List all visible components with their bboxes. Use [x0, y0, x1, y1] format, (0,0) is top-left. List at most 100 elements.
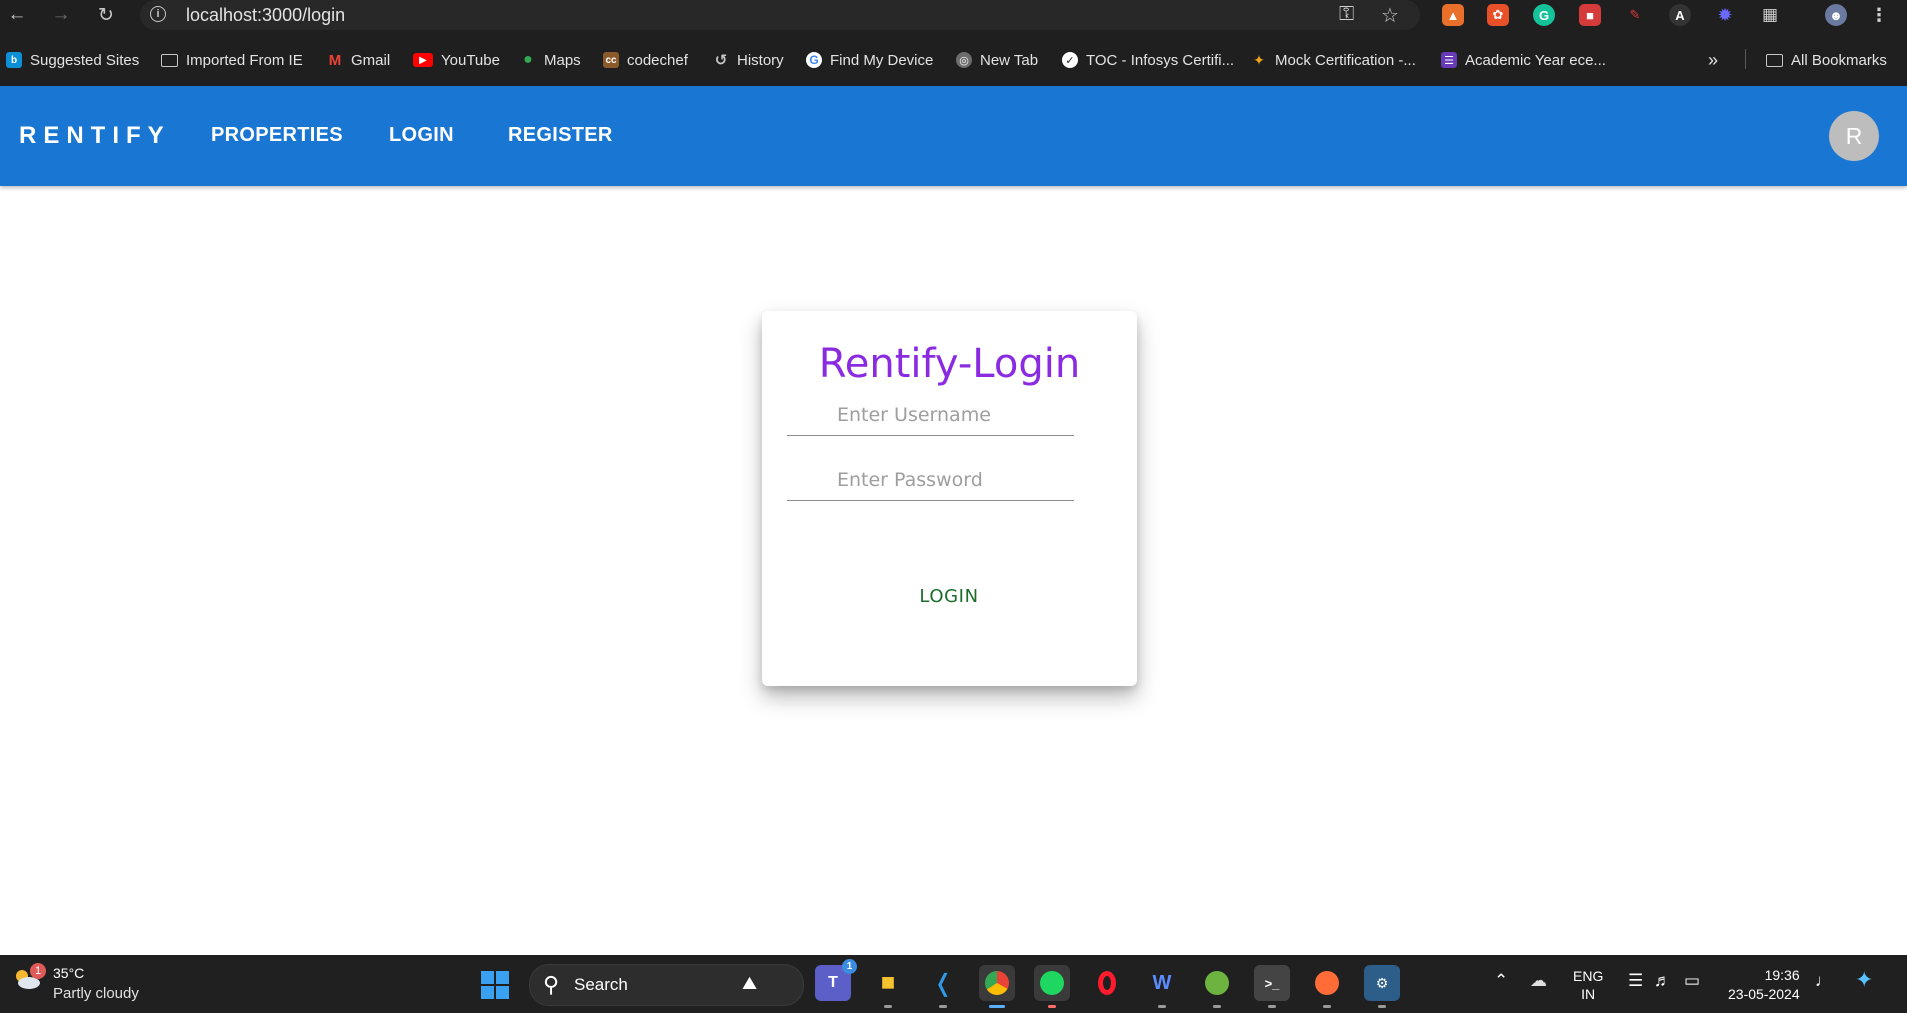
file-explorer-icon[interactable]: ■ — [870, 965, 906, 1008]
running-indicator — [1268, 1005, 1276, 1008]
password-input[interactable] — [787, 465, 1074, 501]
more-bookmarks-chevron-icon[interactable]: » — [1708, 49, 1718, 71]
battery-icon[interactable]: ▭ — [1684, 971, 1700, 991]
codechef-icon: cc — [603, 52, 619, 68]
webstorm-icon[interactable]: W — [1144, 965, 1180, 1008]
nav-register-link[interactable]: REGISTER — [508, 124, 613, 147]
bookmark-label: Mock Certification -... — [1275, 51, 1416, 69]
notifications-bell-icon[interactable]: ♩ — [1815, 971, 1832, 991]
mysql-workbench-icon[interactable]: ⚙ — [1364, 965, 1400, 1008]
bookmark-label: Suggested Sites — [30, 51, 140, 69]
show-hidden-icons-chevron-icon[interactable]: ⌃ — [1494, 971, 1508, 991]
key-icon[interactable]: ⚿ — [1339, 3, 1354, 26]
running-indicator — [1378, 1005, 1386, 1008]
bookmark-new-tab[interactable]: ◎ New Tab — [956, 49, 1038, 71]
postman-logo — [1315, 971, 1339, 995]
search-icon: ⚲ — [543, 972, 560, 997]
bookmark-label: TOC - Infosys Certifi... — [1086, 51, 1235, 69]
opera-logo — [1098, 971, 1116, 995]
language-indicator[interactable]: ENG IN — [1573, 967, 1603, 1003]
bookmark-imported-from-ie[interactable]: Imported From IE — [161, 49, 303, 71]
taskbar-search-box[interactable]: ⚲ Search ⛰ — [529, 964, 804, 1006]
nav-properties-link[interactable]: PROPERTIES — [211, 124, 343, 147]
spring-tools-icon[interactable] — [1199, 965, 1235, 1008]
bookmark-label: All Bookmarks — [1791, 51, 1887, 69]
wifi-icon[interactable]: ☰ — [1628, 971, 1643, 991]
spotify-logo — [1040, 971, 1064, 995]
bookmark-find-my-device[interactable]: G Find My Device — [806, 49, 933, 71]
vscode-icon[interactable]: ❬ — [925, 965, 961, 1008]
url-text[interactable]: localhost:3000/login — [186, 5, 345, 26]
globe-icon: ◎ — [956, 52, 972, 68]
bookmark-gmail[interactable]: M Gmail — [327, 49, 390, 71]
copilot-icon[interactable]: ✦ — [1855, 967, 1873, 993]
os-taskbar: 1 35°C Partly cloudy ⚲ Search ⛰ T 1 ■ ❬ … — [0, 955, 1907, 1013]
windows-start-icon[interactable] — [481, 971, 509, 999]
site-info-icon[interactable]: i — [150, 6, 166, 22]
user-avatar[interactable]: R — [1829, 111, 1879, 161]
youtube-icon: ▶ — [413, 53, 433, 67]
forms-icon: ☰ — [1441, 52, 1457, 68]
running-indicator — [1048, 1005, 1056, 1008]
bookmark-label: YouTube — [441, 51, 500, 69]
browser-toolbar: ← → ↻ i localhost:3000/login ⚿ ☆ ▲ ✿ G ■… — [0, 0, 1907, 30]
extension-icon[interactable]: ▲ — [1442, 4, 1464, 26]
system-clock[interactable]: 19:36 23-05-2024 — [1728, 966, 1800, 1004]
bookmark-youtube[interactable]: ▶ YouTube — [413, 49, 500, 71]
bookmark-suggested-sites[interactable]: b Suggested Sites — [6, 49, 139, 71]
search-highlight-icon: ⛰ — [742, 973, 758, 993]
opera-icon[interactable] — [1089, 965, 1125, 1001]
profile-avatar-icon[interactable]: ☻ — [1825, 4, 1847, 26]
login-button[interactable]: LOGIN — [899, 576, 999, 616]
extension-icon[interactable]: ✹ — [1714, 4, 1736, 26]
terminal-icon[interactable]: >_ — [1254, 965, 1290, 1008]
grammarly-icon[interactable]: G — [1533, 4, 1555, 26]
weather-temperature[interactable]: 35°C — [53, 965, 84, 981]
bookmark-maps[interactable]: ● Maps — [520, 49, 581, 71]
history-icon: ↺ — [714, 52, 728, 69]
running-indicator — [989, 1005, 1005, 1008]
menu-kebab-icon[interactable]: ⋮ — [1868, 4, 1890, 26]
extension-icon[interactable]: ✿ — [1487, 4, 1509, 26]
all-bookmarks-folder[interactable]: All Bookmarks — [1766, 49, 1887, 71]
gmail-icon: M — [328, 51, 342, 69]
clock-date: 23-05-2024 — [1728, 986, 1800, 1002]
infosys-icon: ✓ — [1062, 52, 1078, 68]
spring-logo — [1205, 971, 1229, 995]
login-card: Rentify-Login LOGIN — [762, 311, 1137, 686]
app-header: RENTIFY PROPERTIES LOGIN REGISTER R — [0, 86, 1907, 186]
extension-icon[interactable]: A — [1669, 4, 1691, 26]
extension-icon[interactable]: ■ — [1579, 4, 1601, 26]
bookmark-mock-certification[interactable]: ✦ Mock Certification -... — [1251, 49, 1416, 71]
bookmark-toc-infosys[interactable]: ✓ TOC - Infosys Certifi... — [1062, 49, 1234, 71]
nav-login-link[interactable]: LOGIN — [389, 124, 454, 147]
bookmark-academic-year[interactable]: ☰ Academic Year ece... — [1441, 49, 1606, 71]
pen-extension-icon[interactable]: ✎ — [1624, 4, 1646, 26]
bookmark-codechef[interactable]: cc codechef — [603, 49, 688, 71]
onedrive-error-icon[interactable]: ☁ — [1530, 971, 1547, 991]
chrome-icon[interactable] — [979, 965, 1015, 1008]
region-code: IN — [1581, 986, 1596, 1002]
bookmark-history[interactable]: ↺ History — [713, 49, 784, 71]
username-input[interactable] — [787, 400, 1074, 436]
volume-icon[interactable]: ♬ — [1654, 971, 1671, 991]
spotify-icon[interactable] — [1034, 965, 1070, 1008]
brand-logo[interactable]: RENTIFY — [19, 122, 171, 150]
folder-icon — [1766, 53, 1783, 67]
reload-icon[interactable]: ↻ — [93, 2, 119, 28]
bookmark-star-icon[interactable]: ☆ — [1381, 3, 1399, 28]
mock-cert-icon: ✦ — [1253, 51, 1265, 68]
maps-icon: ● — [523, 51, 533, 68]
postman-icon[interactable] — [1309, 965, 1345, 1008]
bookmark-label: New Tab — [980, 51, 1039, 69]
teams-icon[interactable]: T 1 — [815, 959, 857, 1001]
extensions-puzzle-icon[interactable]: ▦ — [1759, 4, 1781, 26]
login-title: Rentify-Login — [818, 341, 1081, 387]
weather-badge: 1 — [30, 963, 46, 979]
back-arrow-icon[interactable]: ← — [4, 2, 30, 28]
running-indicator — [939, 1005, 947, 1008]
weather-description[interactable]: Partly cloudy — [53, 985, 139, 1002]
forward-arrow-icon[interactable]: → — [48, 2, 74, 28]
bookmark-label: Gmail — [351, 51, 391, 69]
google-icon: G — [806, 52, 822, 68]
